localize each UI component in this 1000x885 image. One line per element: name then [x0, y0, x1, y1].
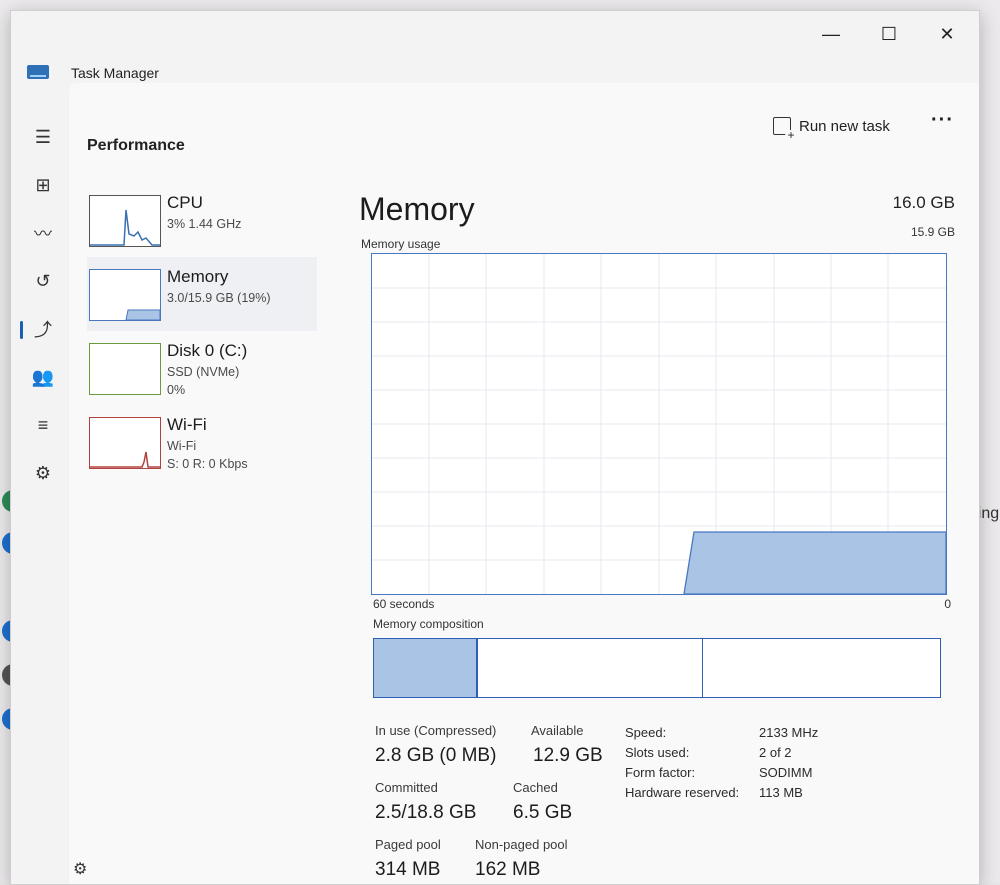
perf-item-name: Memory	[167, 267, 229, 286]
perf-item-detail: 3.0/15.9 GB (19%)	[167, 291, 271, 305]
hamburger-icon[interactable]: ☰	[29, 123, 57, 151]
settings-gear-icon[interactable]: ⚙	[73, 859, 87, 879]
memory-total: 16.0 GB	[892, 193, 955, 212]
details-icon[interactable]: ≡	[29, 411, 57, 439]
title-bar[interactable]: Task Manager — ☐ ✕	[11, 11, 979, 83]
perf-item-name: Disk 0 (C:)	[167, 341, 248, 360]
maximize-button[interactable]: ☐	[869, 21, 909, 47]
users-icon[interactable]: 👥	[29, 363, 57, 391]
minimize-button[interactable]: —	[811, 21, 851, 47]
committed-value: 2.5/18.8 GB	[375, 802, 477, 823]
cached-label: Cached	[513, 780, 558, 795]
memory-composition-bar	[373, 638, 941, 698]
perf-item-name: Wi-Fi	[167, 415, 207, 434]
memory-usage-label: Memory usage	[361, 237, 441, 251]
run-new-task-label: Run new task	[799, 117, 890, 135]
more-options-button[interactable]: ···	[931, 109, 954, 132]
memory-usage-max: 15.9 GB	[910, 225, 955, 239]
memory-usage-area	[683, 531, 947, 595]
task-manager-app-icon	[27, 65, 49, 79]
performance-sidebar: CPU 3% 1.44 GHz Memory 3.0/15.9 GB (19%)…	[87, 183, 317, 479]
cpu-thumbnail-graph	[89, 195, 161, 247]
non-paged-pool-value: 162 MB	[475, 859, 541, 880]
graph-axis-left-label: 60 seconds	[373, 597, 435, 611]
speed-label: Speed:	[625, 725, 667, 740]
cached-value: 6.5 GB	[513, 802, 573, 823]
close-button[interactable]: ✕	[927, 21, 967, 47]
in-use-value: 2.8 GB (0 MB)	[375, 745, 497, 766]
composition-in-use-segment	[374, 639, 478, 697]
memory-usage-graph	[371, 253, 947, 595]
navigation-rail: ☰ ⊞ 〰 ↺ ⤴ 👥 ≡ ⚙	[11, 111, 75, 884]
performance-icon[interactable]: 〰	[29, 219, 57, 247]
composition-standby-segment	[704, 639, 940, 697]
task-manager-window: Task Manager — ☐ ✕ ☰ ⊞ 〰 ↺ ⤴ 👥 ≡ ⚙ Perfo…	[10, 10, 980, 885]
memory-thumbnail-graph	[89, 269, 161, 321]
perf-item-detail: S: 0 R: 0 Kbps	[167, 457, 248, 471]
paged-pool-label: Paged pool	[375, 837, 441, 852]
hardware-reserved-label: Hardware reserved:	[625, 785, 740, 800]
memory-composition-label: Memory composition	[373, 617, 484, 631]
startup-apps-icon[interactable]: ⤴	[29, 315, 57, 343]
performance-page: Performance Run new task ··· CPU 3% 1.44…	[69, 83, 979, 884]
available-value: 12.9 GB	[533, 745, 603, 766]
composition-modified-segment	[478, 639, 703, 697]
memory-title: Memory	[359, 191, 475, 227]
perf-item-wifi[interactable]: Wi-Fi Wi-Fi S: 0 R: 0 Kbps	[87, 405, 317, 479]
perf-item-detail: 3% 1.44 GHz	[167, 217, 242, 231]
form-factor-value: SODIMM	[759, 765, 813, 780]
speed-value: 2133 MHz	[759, 725, 819, 740]
paged-pool-value: 314 MB	[375, 859, 441, 880]
slots-used-value: 2 of 2	[759, 745, 792, 760]
non-paged-pool-label: Non-paged pool	[475, 837, 568, 852]
slots-used-label: Slots used:	[625, 745, 690, 760]
graph-axis-right-label: 0	[944, 597, 951, 611]
perf-item-detail: 0%	[167, 383, 186, 397]
processes-icon[interactable]: ⊞	[29, 171, 57, 199]
page-title: Performance	[87, 137, 185, 154]
committed-label: Committed	[375, 780, 438, 795]
in-use-label: In use (Compressed)	[375, 723, 497, 738]
run-new-task-button[interactable]: Run new task	[773, 117, 890, 142]
available-label: Available	[531, 723, 584, 738]
perf-item-memory[interactable]: Memory 3.0/15.9 GB (19%)	[87, 257, 317, 331]
perf-item-name: CPU	[167, 193, 203, 212]
run-task-icon	[773, 117, 797, 142]
active-indicator	[20, 321, 23, 339]
disk-thumbnail-graph	[89, 343, 161, 395]
perf-item-cpu[interactable]: CPU 3% 1.44 GHz	[87, 183, 317, 257]
app-history-icon[interactable]: ↺	[29, 267, 57, 295]
perf-item-disk[interactable]: Disk 0 (C:) SSD (NVMe) 0%	[87, 331, 317, 405]
hardware-reserved-value: 113 MB	[759, 785, 803, 800]
window-title: Task Manager	[71, 65, 159, 81]
services-icon[interactable]: ⚙	[29, 459, 57, 487]
wifi-thumbnail-graph	[89, 417, 161, 469]
perf-item-detail: Wi-Fi	[167, 439, 197, 453]
form-factor-label: Form factor:	[625, 765, 696, 780]
perf-item-detail: SSD (NVMe)	[167, 365, 240, 379]
